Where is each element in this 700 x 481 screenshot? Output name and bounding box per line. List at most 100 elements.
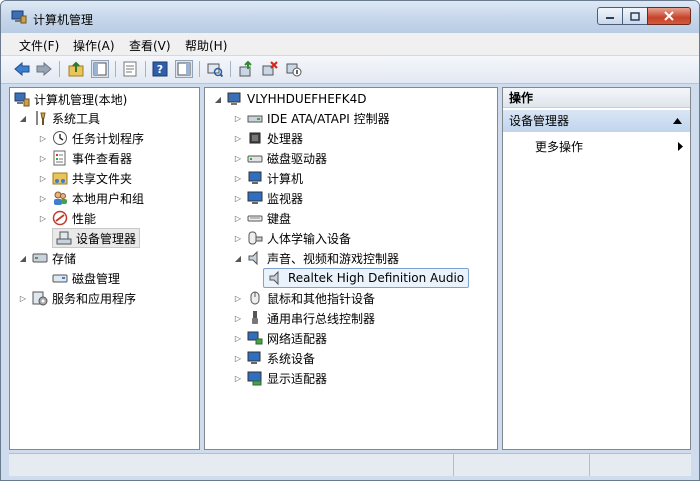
expand-triangle-icon[interactable]: ▷ <box>233 194 243 203</box>
actions-section-device-manager[interactable]: 设备管理器 <box>503 110 690 132</box>
collapse-arrow-icon[interactable] <box>673 118 682 124</box>
clock-icon <box>53 131 67 145</box>
title-bar[interactable]: 计算机管理 <box>1 1 699 33</box>
collapse-triangle-icon[interactable]: ◢ <box>213 95 223 104</box>
expand-triangle-icon[interactable]: ▷ <box>38 154 48 163</box>
expand-triangle-icon[interactable]: ▷ <box>233 234 243 243</box>
expand-triangle-icon[interactable]: ▷ <box>233 314 243 323</box>
device-category-hid[interactable]: ▷ 人体学输入设备 <box>233 228 351 248</box>
expand-triangle-icon[interactable]: ▷ <box>38 134 48 143</box>
expand-triangle-icon[interactable]: ▷ <box>38 214 48 223</box>
device-category-label: 声音、视频和游戏控制器 <box>267 251 400 266</box>
device-realtek-audio[interactable]: Realtek High Definition Audio <box>263 268 470 288</box>
status-bar <box>9 453 691 476</box>
update-driver-button[interactable] <box>237 60 255 78</box>
tree-item-label: 磁盘管理 <box>72 271 121 286</box>
menu-view[interactable]: 查看(V) <box>129 37 171 54</box>
device-category-network[interactable]: ▷ 网络适配器 <box>233 328 327 348</box>
collapse-triangle-icon[interactable]: ◢ <box>18 114 28 123</box>
help-icon: ? <box>152 61 168 77</box>
up-button[interactable] <box>67 60 85 78</box>
expand-triangle-icon[interactable]: ▷ <box>233 134 243 143</box>
device-manager-icon <box>56 231 72 245</box>
device-category-monitors[interactable]: ▷ 监视器 <box>233 188 303 208</box>
uninstall-device-button[interactable] <box>261 60 279 78</box>
expand-triangle-icon[interactable]: ▷ <box>233 374 243 383</box>
uninstall-device-icon <box>262 61 278 76</box>
maximize-button[interactable] <box>622 7 648 25</box>
collapse-triangle-icon[interactable]: ◢ <box>18 254 28 263</box>
show-hide-console-tree-button[interactable] <box>91 60 109 78</box>
tree-item-computer-management-local[interactable]: 计算机管理(本地) <box>14 89 127 109</box>
expand-triangle-icon[interactable]: ▷ <box>233 174 243 183</box>
device-tree-pane[interactable]: ◢ VLYHHDUEFHEFK4D ▷ IDE ATA/ATAPI 控制器 ▷ … <box>204 87 498 450</box>
ide-controller-icon <box>247 115 263 123</box>
expand-triangle-icon[interactable]: ▷ <box>233 334 243 343</box>
device-category-ide[interactable]: ▷ IDE ATA/ATAPI 控制器 <box>233 108 390 128</box>
display-adapter-icon <box>247 371 262 386</box>
expand-triangle-icon[interactable]: ▷ <box>233 114 243 123</box>
close-button[interactable] <box>647 7 691 25</box>
tree-item-performance[interactable]: ▷ 性能 <box>38 208 96 228</box>
computer-management-icon <box>11 10 27 24</box>
help-button[interactable]: ? <box>151 60 169 78</box>
status-cell-main <box>9 454 454 476</box>
scan-hardware-button[interactable] <box>206 60 224 78</box>
expand-triangle-icon[interactable]: ▷ <box>233 214 243 223</box>
expand-triangle-icon[interactable]: ▷ <box>233 354 243 363</box>
menu-help[interactable]: 帮助(H) <box>185 37 227 54</box>
device-category-label: 系统设备 <box>267 351 316 366</box>
device-category-disk-drives[interactable]: ▷ 磁盘驱动器 <box>233 148 327 168</box>
device-category-sound[interactable]: ◢ 声音、视频和游戏控制器 <box>233 248 399 268</box>
collapse-triangle-icon[interactable]: ◢ <box>233 254 243 263</box>
tree-item-event-viewer[interactable]: ▷ 事件查看器 <box>38 148 132 168</box>
tree-item-label: 存储 <box>52 251 77 266</box>
expand-triangle-icon[interactable]: ▷ <box>18 294 28 303</box>
window-controls <box>597 7 691 25</box>
expand-triangle-icon[interactable]: ▷ <box>233 294 243 303</box>
computer-management-window: 计算机管理 文件(F) 操作(A) 查看(V) 帮助(H) ? 计算机管理(本地… <box>0 0 700 481</box>
expand-triangle-icon[interactable]: ▷ <box>38 174 48 183</box>
console-tree-icon <box>93 62 107 76</box>
users-icon <box>54 191 67 205</box>
console-tree-pane[interactable]: 计算机管理(本地) ◢ 系统工具 ▷ 任务计划程序 ▷ 事件查看器 ▷ 共享文件… <box>9 87 200 450</box>
tree-item-storage[interactable]: ◢ 存储 <box>18 248 76 268</box>
tree-item-system-tools[interactable]: ◢ 系统工具 <box>18 108 100 128</box>
back-button[interactable] <box>13 60 31 78</box>
disk-drive-icon <box>247 155 263 163</box>
tree-item-label: 本地用户和组 <box>72 191 145 206</box>
device-category-label: 键盘 <box>267 211 292 226</box>
properties-button[interactable] <box>121 60 139 78</box>
disable-device-button[interactable] <box>285 60 303 78</box>
more-actions-item[interactable]: 更多操作 <box>535 138 583 155</box>
tree-item-shared-folders[interactable]: ▷ 共享文件夹 <box>38 168 132 188</box>
tree-item-task-scheduler[interactable]: ▷ 任务计划程序 <box>38 128 144 148</box>
minimize-button[interactable] <box>597 7 623 25</box>
expand-triangle-icon[interactable]: ▷ <box>38 194 48 203</box>
tree-item-device-manager[interactable]: 设备管理器 <box>52 228 141 248</box>
device-category-label: 处理器 <box>267 131 304 146</box>
tree-item-local-users-groups[interactable]: ▷ 本地用户和组 <box>38 188 144 208</box>
action-pane-icon <box>177 62 191 76</box>
menu-file[interactable]: 文件(F) <box>19 37 59 54</box>
tree-item-services-applications[interactable]: ▷ 服务和应用程序 <box>18 288 136 308</box>
device-category-mice[interactable]: ▷ 鼠标和其他指针设备 <box>233 288 375 308</box>
menu-action[interactable]: 操作(A) <box>73 37 115 54</box>
device-tree-root[interactable]: ◢ VLYHHDUEFHEFK4D <box>213 89 367 109</box>
device-category-label: 磁盘驱动器 <box>267 151 328 166</box>
expand-triangle-icon[interactable]: ▷ <box>233 154 243 163</box>
device-category-label: 网络适配器 <box>267 331 328 346</box>
show-hide-action-pane-button[interactable] <box>175 60 193 78</box>
device-category-keyboards[interactable]: ▷ 键盘 <box>233 208 291 228</box>
services-icon <box>32 291 48 306</box>
more-actions-label: 更多操作 <box>535 140 584 154</box>
tree-item-disk-management[interactable]: 磁盘管理 <box>52 268 120 288</box>
forward-arrow-icon <box>36 62 52 76</box>
device-category-processor[interactable]: ▷ 处理器 <box>233 128 303 148</box>
device-category-system-devices[interactable]: ▷ 系统设备 <box>233 348 315 368</box>
menu-bar: 文件(F) 操作(A) 查看(V) 帮助(H) <box>1 33 699 56</box>
device-category-computer[interactable]: ▷ 计算机 <box>233 168 303 188</box>
forward-button[interactable] <box>35 60 53 78</box>
device-category-display-adapters[interactable]: ▷ 显示适配器 <box>233 368 327 388</box>
device-category-usb[interactable]: ▷ 通用串行总线控制器 <box>233 308 375 328</box>
